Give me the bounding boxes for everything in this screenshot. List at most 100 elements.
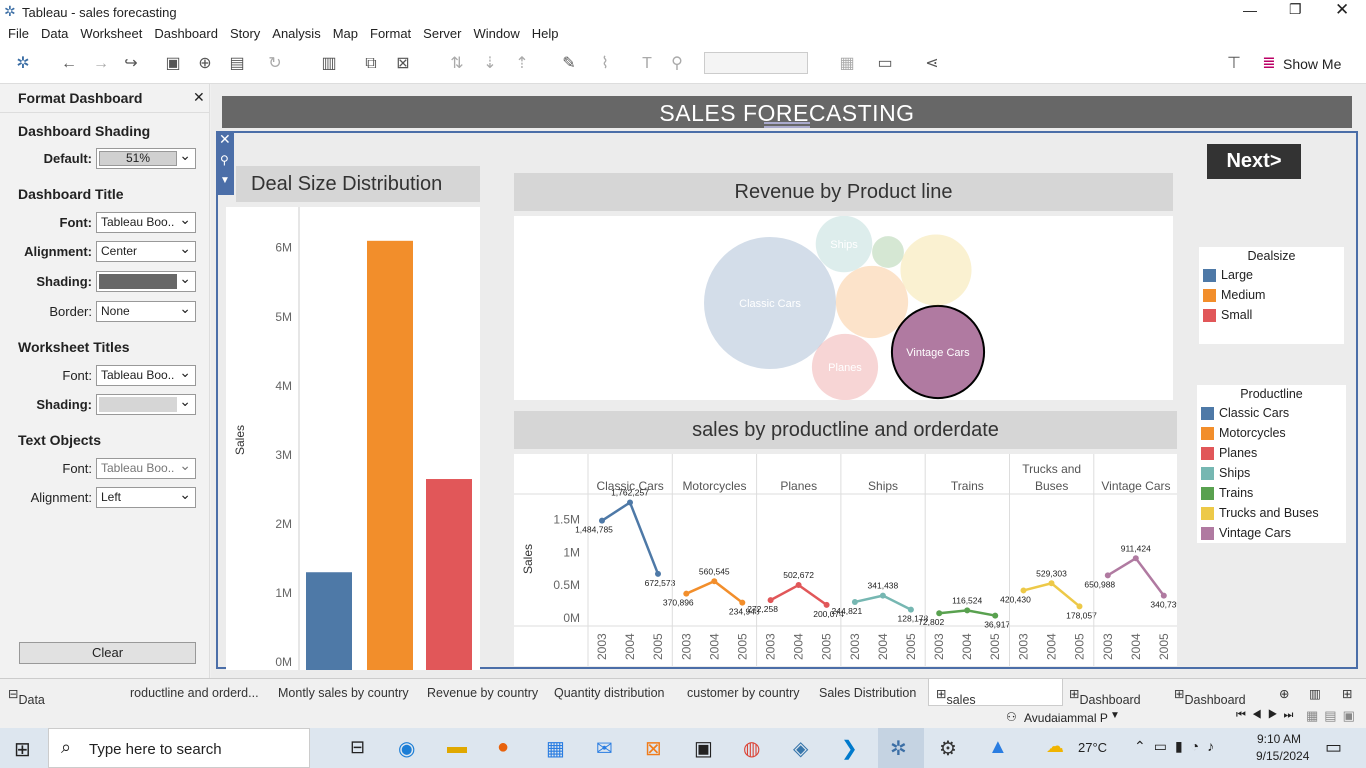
pin-icon[interactable]: ⚲ xyxy=(666,54,688,74)
legend-item-ships[interactable]: Ships xyxy=(1197,463,1346,483)
legend-item-vintage-cars[interactable]: Vintage Cars xyxy=(1197,523,1346,543)
tab-productline-orderdate[interactable]: roductline and orderd... xyxy=(130,686,259,700)
remove-icon[interactable]: ✕ xyxy=(219,131,231,148)
legend-item-large[interactable]: Large xyxy=(1199,265,1344,285)
ws-shading-dropdown[interactable] xyxy=(96,394,196,415)
xampp-icon[interactable]: ⊠ xyxy=(645,736,662,761)
redo-icon[interactable]: → xyxy=(90,54,112,74)
photos-icon[interactable]: ▲ xyxy=(988,736,1008,759)
refresh-icon[interactable]: ↻ xyxy=(264,54,286,74)
new-worksheet-tab-icon[interactable]: ▥ xyxy=(1309,686,1321,701)
pin-container-icon[interactable]: ⚲ xyxy=(220,153,229,167)
replay-icon[interactable]: ↪ xyxy=(120,54,142,74)
menu-worksheet[interactable]: Worksheet xyxy=(80,26,142,41)
menu-window[interactable]: Window xyxy=(473,26,519,41)
legend-item-classic-cars[interactable]: Classic Cars xyxy=(1197,403,1346,423)
tab-montly-sales[interactable]: Montly sales by country xyxy=(278,686,409,700)
legend-item-motorcycles[interactable]: Motorcycles xyxy=(1197,423,1346,443)
new-datasource-icon[interactable]: ⊕ xyxy=(194,54,216,74)
tableau-taskbar-icon[interactable]: ✲ xyxy=(890,736,907,761)
notifications-icon[interactable]: ▭ xyxy=(1325,737,1342,758)
menu-dashboard[interactable]: Dashboard xyxy=(154,26,218,41)
legend-item-trucks-and-buses[interactable]: Trucks and Buses xyxy=(1197,503,1346,523)
paint-icon[interactable]: ⊤ xyxy=(1223,54,1245,74)
new-worksheet-icon[interactable]: ▥ xyxy=(318,54,340,74)
legend-item-planes[interactable]: Planes xyxy=(1197,443,1346,463)
clear-sheet-icon[interactable]: ⊠ xyxy=(392,54,414,74)
maximize-button[interactable]: ❐ xyxy=(1289,1,1302,18)
file-explorer-icon[interactable]: ▬ xyxy=(447,736,467,759)
sort-asc-icon[interactable]: ⇣ xyxy=(479,54,501,74)
undo-icon[interactable]: ← xyxy=(58,54,80,74)
save-icon[interactable]: ▣ xyxy=(162,54,184,74)
tray-icons[interactable]: ⌃▭▮◔♪ xyxy=(1134,738,1222,755)
sort-desc-icon[interactable]: ⇡ xyxy=(511,54,533,74)
swap-icon[interactable]: ⇅ xyxy=(446,54,468,74)
title-shading-dropdown[interactable] xyxy=(96,271,196,292)
user-dropdown-icon[interactable]: ▼ xyxy=(1110,710,1120,721)
view-mode-icons[interactable]: ▦▤▣ xyxy=(1306,708,1361,724)
title-border-dropdown[interactable]: None xyxy=(96,301,196,322)
vscode-icon[interactable]: ❯ xyxy=(841,736,858,761)
sheet-nav-icons[interactable]: ⏮◀▶⏭ xyxy=(1236,709,1299,722)
group-icon[interactable]: ⌇ xyxy=(594,54,616,74)
ws-font-dropdown[interactable]: Tableau Boo.. xyxy=(96,365,196,386)
tab-sales-distribution[interactable]: Sales Distribution xyxy=(819,686,916,700)
close-button[interactable]: ✕ xyxy=(1335,0,1349,20)
tab-data-source[interactable]: ⊟ Data Source xyxy=(8,686,58,721)
tab-customer[interactable]: customer by country xyxy=(687,686,800,700)
menu-map[interactable]: Map xyxy=(333,26,358,41)
python-icon[interactable]: ◈ xyxy=(793,736,808,761)
user-name[interactable]: Avudaiammal P xyxy=(1024,711,1108,725)
tab-dashboard-3[interactable]: ⊞ Dashboard 3 xyxy=(1174,686,1246,721)
taskbar-search[interactable]: ⌕ Type here to search xyxy=(48,728,310,768)
fit-dropdown[interactable] xyxy=(704,52,808,74)
close-panel-icon[interactable]: ✕ xyxy=(193,89,205,106)
legend-item-medium[interactable]: Medium xyxy=(1199,285,1344,305)
store-icon[interactable]: ▦ xyxy=(546,736,565,761)
weather-icon[interactable]: ☁ xyxy=(1046,736,1064,757)
banner-resize-handle[interactable] xyxy=(764,122,810,128)
tab-sales-forecasting[interactable]: ⊞ sales Forecasting xyxy=(936,686,1012,721)
presentation-icon[interactable]: ▭ xyxy=(874,54,896,74)
tab-quantity[interactable]: Quantity distribution xyxy=(554,686,664,700)
new-dashboard-tab-icon[interactable]: ⊞ xyxy=(1342,686,1352,701)
legend-item-small[interactable]: Small xyxy=(1199,305,1344,325)
firefox-icon[interactable]: ● xyxy=(497,736,509,759)
pause-updates-icon[interactable]: ▤ xyxy=(226,54,248,74)
task-view-icon[interactable]: ⊟ xyxy=(350,737,365,758)
show-me-icon[interactable]: ≣ xyxy=(1258,54,1280,74)
mail-icon[interactable]: ✉ xyxy=(596,736,613,761)
labels-icon[interactable]: T xyxy=(636,54,658,74)
terminal-icon[interactable]: ▣ xyxy=(694,736,713,761)
menu-data[interactable]: Data xyxy=(41,26,68,41)
edge-icon[interactable]: ◉ xyxy=(398,736,415,761)
title-font-dropdown[interactable]: Tableau Boo.. xyxy=(96,212,196,233)
show-cards-icon[interactable]: ▦ xyxy=(836,54,858,74)
menu-analysis[interactable]: Analysis xyxy=(272,26,320,41)
next-button[interactable]: Next> xyxy=(1207,144,1301,179)
chrome-icon[interactable]: ◍ xyxy=(743,736,760,761)
text-align-dropdown[interactable]: Left xyxy=(96,487,196,508)
more-options-icon[interactable]: ▼ xyxy=(220,175,230,186)
windows-start-icon[interactable]: ⊞ xyxy=(14,737,31,762)
minimize-button[interactable]: — xyxy=(1243,2,1257,18)
text-font-dropdown[interactable]: Tableau Boo.. xyxy=(96,458,196,479)
clock-time[interactable]: 9:10 AM xyxy=(1257,732,1301,746)
menu-server[interactable]: Server xyxy=(423,26,461,41)
title-alignment-dropdown[interactable]: Center xyxy=(96,241,196,262)
share-icon[interactable]: ⋖ xyxy=(921,54,943,74)
clear-button[interactable]: Clear xyxy=(19,642,196,664)
default-shading-dropdown[interactable]: 51% xyxy=(96,148,196,169)
tableau-home-icon[interactable]: ✲ xyxy=(12,54,34,74)
duplicate-icon[interactable]: ⧉ xyxy=(360,54,382,74)
highlight-icon[interactable]: ✎ xyxy=(558,54,580,74)
menu-story[interactable]: Story xyxy=(230,26,260,41)
tab-dashboard-2[interactable]: ⊞ Dashboard 2 xyxy=(1069,686,1141,721)
menu-help[interactable]: Help xyxy=(532,26,559,41)
new-datasource-tab-icon[interactable]: ⊕ xyxy=(1279,686,1289,701)
weather-temp[interactable]: 27°C xyxy=(1078,740,1107,755)
menu-format[interactable]: Format xyxy=(370,26,411,41)
settings-icon[interactable]: ⚙ xyxy=(939,736,957,761)
legend-item-trains[interactable]: Trains xyxy=(1197,483,1346,503)
